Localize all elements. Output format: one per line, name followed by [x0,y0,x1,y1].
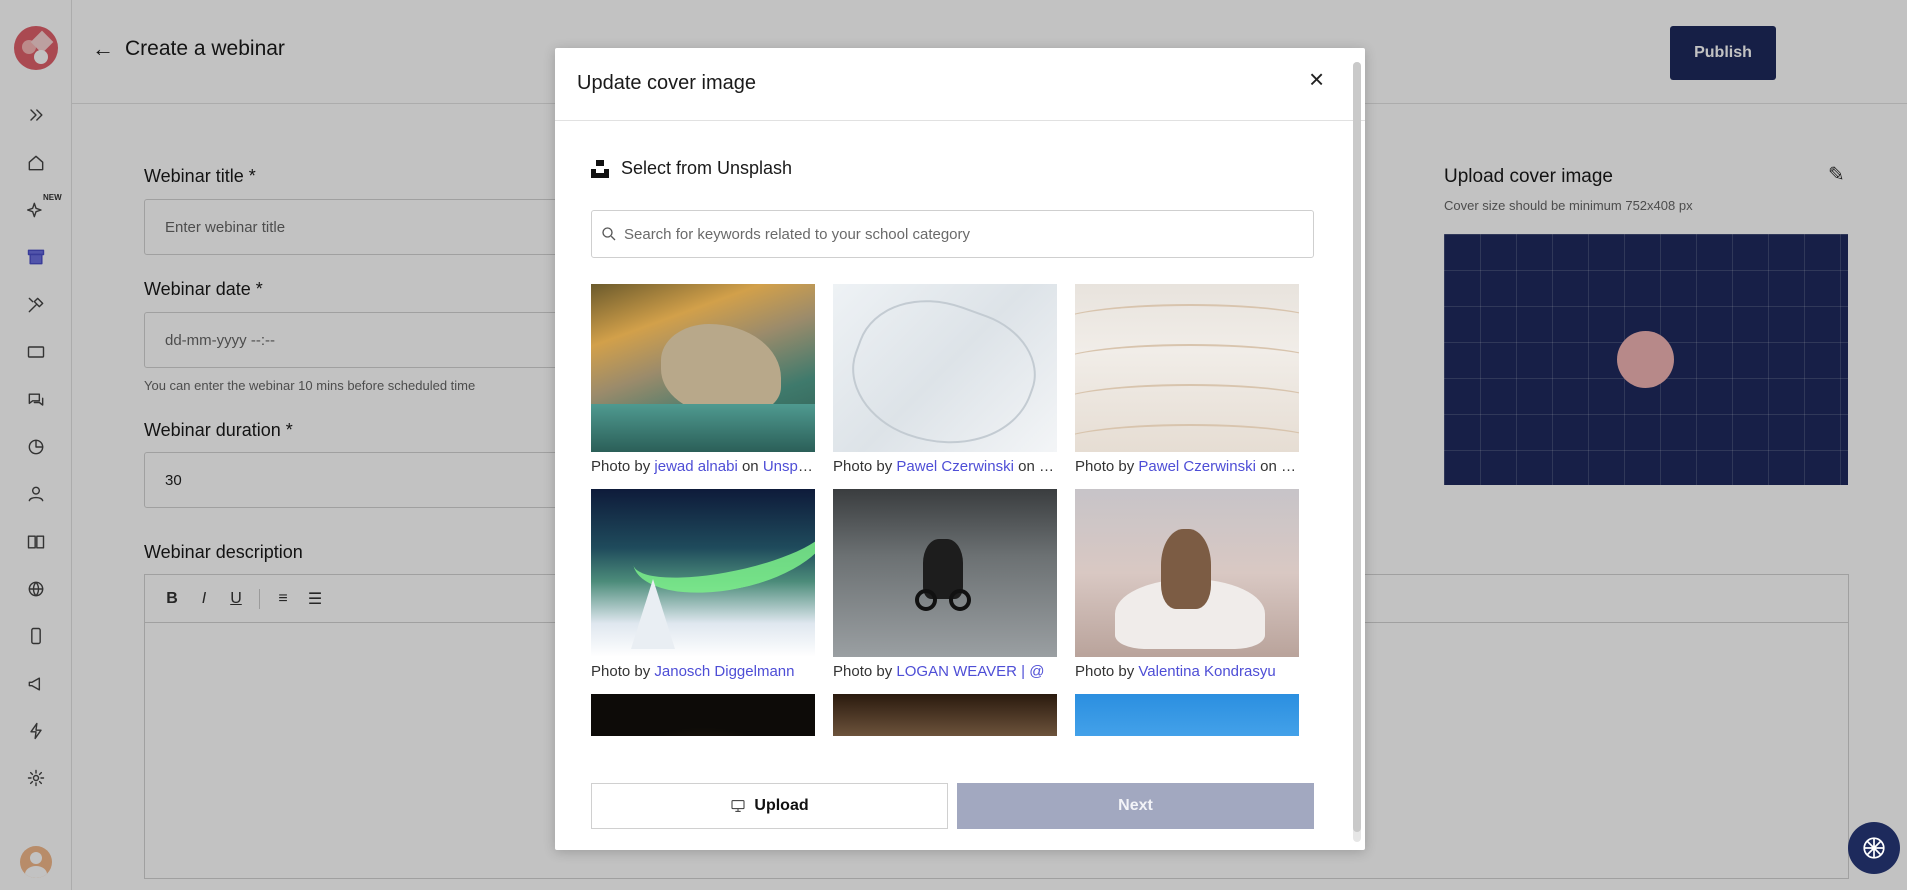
photo-caption: Photo by Pawel Czerwinski on Unsplash [833,458,1057,475]
update-cover-modal: Update cover image × Select from Unsplas… [555,48,1365,850]
photo-caption: Photo by Janosch Diggelmann [591,663,795,680]
photo-grid-container: Photo by jewad alnabi on Unsplash Photo … [591,284,1314,736]
photo-card[interactable]: Photo by LOGAN WEAVER | @ [833,489,1057,680]
photo-card[interactable]: Photo by Pawel Czerwinski on Unsplash [1075,284,1299,475]
support-chat-button[interactable] [1848,822,1900,874]
photo-caption: Photo by Valentina Kondrasyu [1075,663,1276,680]
photo-thumbnail[interactable] [833,489,1057,657]
modal-scrollbar[interactable] [1353,62,1361,842]
photo-card[interactable]: Photo by Valentina Kondrasyu [1075,489,1299,680]
photo-grid: Photo by jewad alnabi on Unsplash Photo … [591,284,1314,736]
photo-thumbnail[interactable] [833,284,1057,452]
monitor-icon [731,800,745,812]
photo-card[interactable]: Photo by jewad alnabi on Unsplash [591,284,815,475]
upload-button-label: Upload [754,797,809,814]
modal-footer: Upload Next [591,783,1314,829]
photo-thumbnail[interactable] [1075,694,1299,736]
close-icon[interactable]: × [1309,64,1324,95]
photo-caption: Photo by Pawel Czerwinski on Unsplash [1075,458,1299,475]
photo-thumbnail[interactable] [1075,489,1299,657]
photo-author-link[interactable]: Janosch Diggelmann [654,663,794,680]
photo-thumbnail[interactable] [591,694,815,736]
unsplash-link[interactable]: Unsplash [1039,458,1057,475]
photo-card[interactable] [591,694,815,736]
upload-button[interactable]: Upload [591,783,948,829]
photo-card[interactable] [833,694,1057,736]
photo-author-link[interactable]: LOGAN WEAVER | @ [896,663,1044,680]
photo-card[interactable]: Photo by Janosch Diggelmann [591,489,815,680]
photo-caption: Photo by LOGAN WEAVER | @ [833,663,1045,680]
unsplash-search[interactable] [591,210,1314,258]
unsplash-logo-icon [591,159,609,178]
unsplash-section-header: Select from Unsplash [591,158,792,179]
unsplash-title: Select from Unsplash [621,158,793,178]
photo-author-link[interactable]: Pawel Czerwinski [896,458,1014,475]
modal-header: Update cover image × [555,48,1365,121]
unsplash-search-input[interactable] [624,225,1304,243]
search-icon [602,227,616,241]
photo-thumbnail[interactable] [833,694,1057,736]
photo-author-link[interactable]: Pawel Czerwinski [1138,458,1256,475]
support-icon [1863,837,1885,859]
photo-author-link[interactable]: Valentina Kondrasyu [1138,663,1275,680]
modal-title: Update cover image [577,72,756,94]
photo-card[interactable] [1075,694,1299,736]
photo-author-link[interactable]: jewad alnabi [654,458,737,475]
next-button[interactable]: Next [957,783,1314,829]
photo-card[interactable]: Photo by Pawel Czerwinski on Unsplash [833,284,1057,475]
unsplash-link[interactable]: Unsplash [1281,458,1299,475]
unsplash-link[interactable]: Unsplash [763,458,815,475]
photo-thumbnail[interactable] [591,284,815,452]
photo-caption: Photo by jewad alnabi on Unsplash [591,458,815,475]
photo-thumbnail[interactable] [591,489,815,657]
photo-thumbnail[interactable] [1075,284,1299,452]
